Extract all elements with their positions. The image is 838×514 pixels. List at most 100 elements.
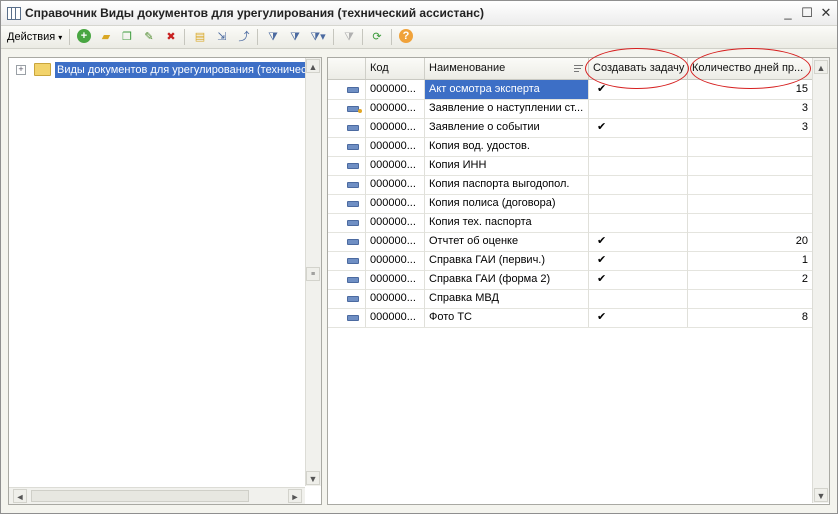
refresh-icon[interactable]: ⟳ bbox=[369, 29, 385, 45]
create-task-cell[interactable] bbox=[589, 137, 688, 156]
name-cell[interactable]: Справка ГАИ (форма 2) bbox=[425, 270, 589, 289]
name-cell[interactable]: Справка ГАИ (первич.) bbox=[425, 251, 589, 270]
name-cell[interactable]: Копия вод. удостов. bbox=[425, 137, 589, 156]
create-task-cell[interactable] bbox=[589, 289, 688, 308]
hierarchy-icon[interactable]: ▤ bbox=[192, 29, 208, 45]
days-cell[interactable]: 3 bbox=[688, 118, 812, 137]
filter-list-icon[interactable]: ⧩▾ bbox=[310, 29, 326, 45]
add-folder-icon[interactable]: ▰ bbox=[98, 29, 114, 45]
code-cell[interactable]: 000000... bbox=[366, 251, 425, 270]
code-cell[interactable]: 000000... bbox=[366, 270, 425, 289]
tree-vertical-scrollbar[interactable]: ▲ ≡ ▼ bbox=[305, 58, 321, 486]
table-row[interactable]: 000000... Заявление о наступлении ст... 3 bbox=[328, 99, 812, 119]
add-icon[interactable]: + bbox=[77, 29, 91, 43]
create-task-cell[interactable] bbox=[589, 213, 688, 232]
create-task-cell[interactable]: ✔ bbox=[589, 251, 688, 270]
code-cell[interactable]: 000000... bbox=[366, 175, 425, 194]
edit-icon[interactable]: ✎ bbox=[141, 29, 157, 45]
days-cell[interactable]: 1 bbox=[688, 251, 812, 270]
tree-horizontal-scrollbar[interactable]: ◄ ► bbox=[9, 487, 305, 504]
code-cell[interactable]: 000000... bbox=[366, 99, 425, 118]
days-cell[interactable] bbox=[688, 137, 812, 156]
table-vertical-scrollbar[interactable]: ▲ ▼ bbox=[812, 58, 829, 503]
table-row[interactable]: 000000... Копия тех. паспорта bbox=[328, 213, 812, 233]
create-task-cell[interactable] bbox=[589, 99, 688, 118]
copy-icon[interactable]: ❐ bbox=[119, 29, 135, 45]
scroll-grip-icon[interactable]: ≡ bbox=[306, 267, 320, 281]
name-cell[interactable]: Справка МВД bbox=[425, 289, 589, 308]
table-row[interactable]: 000000... Справка ГАИ (первич.) ✔ 1 bbox=[328, 251, 812, 271]
table-row[interactable]: 000000... Справка МВД bbox=[328, 289, 812, 309]
table-row[interactable]: 000000... Акт осмотра эксперта ✔ 15 bbox=[328, 80, 812, 100]
days-cell[interactable]: 20 bbox=[688, 232, 812, 251]
name-cell[interactable]: Копия тех. паспорта bbox=[425, 213, 589, 232]
items-table[interactable]: Код Наименование Создавать задачу Количе… bbox=[327, 57, 830, 505]
create-task-cell[interactable]: ✔ bbox=[589, 232, 688, 251]
days-cell[interactable]: 8 bbox=[688, 308, 812, 327]
name-cell[interactable]: Копия паспорта выгодопол. bbox=[425, 175, 589, 194]
scroll-down-icon[interactable]: ▼ bbox=[814, 488, 828, 502]
group-tree[interactable]: + Виды документов для урегулирования (те… bbox=[8, 57, 322, 505]
create-task-cell[interactable]: ✔ bbox=[589, 80, 688, 99]
minimize-button[interactable]: _ bbox=[781, 5, 795, 20]
expand-icon[interactable]: + bbox=[16, 65, 26, 75]
scroll-down-icon[interactable]: ▼ bbox=[306, 471, 320, 485]
filter-icon[interactable]: ⧩ bbox=[265, 29, 281, 45]
column-header-name[interactable]: Наименование bbox=[425, 58, 589, 79]
create-task-cell[interactable]: ✔ bbox=[589, 270, 688, 289]
column-header-code[interactable]: Код bbox=[366, 58, 425, 79]
name-cell[interactable]: Фото ТС bbox=[425, 308, 589, 327]
days-cell[interactable] bbox=[688, 175, 812, 194]
table-row[interactable]: 000000... Справка ГАИ (форма 2) ✔ 2 bbox=[328, 270, 812, 290]
code-cell[interactable]: 000000... bbox=[366, 80, 425, 99]
code-cell[interactable]: 000000... bbox=[366, 118, 425, 137]
column-header-icon[interactable] bbox=[328, 58, 366, 79]
close-button[interactable]: ✕ bbox=[819, 5, 833, 21]
delete-icon[interactable]: ✖ bbox=[163, 29, 179, 45]
scroll-thumb[interactable] bbox=[31, 490, 249, 502]
create-task-cell[interactable]: ✔ bbox=[589, 308, 688, 327]
code-cell[interactable]: 000000... bbox=[366, 213, 425, 232]
code-cell[interactable]: 000000... bbox=[366, 137, 425, 156]
table-row[interactable]: 000000... Отчтет об оценке ✔ 20 bbox=[328, 232, 812, 252]
actions-menu-button[interactable]: Действия ▾ bbox=[5, 29, 64, 45]
name-cell[interactable]: Отчтет об оценке bbox=[425, 232, 589, 251]
code-cell[interactable]: 000000... bbox=[366, 289, 425, 308]
days-cell[interactable]: 15 bbox=[688, 80, 812, 99]
table-row[interactable]: 000000... Копия ИНН bbox=[328, 156, 812, 176]
tree-item-root[interactable]: + Виды документов для урегулирования (те… bbox=[9, 62, 309, 78]
days-cell[interactable]: 3 bbox=[688, 99, 812, 118]
column-header-create-task[interactable]: Создавать задачу bbox=[589, 58, 688, 79]
name-cell[interactable]: Копия полиса (договора) bbox=[425, 194, 589, 213]
name-cell[interactable]: Заявление о событии bbox=[425, 118, 589, 137]
days-cell[interactable] bbox=[688, 289, 812, 308]
code-cell[interactable]: 000000... bbox=[366, 308, 425, 327]
code-cell[interactable]: 000000... bbox=[366, 156, 425, 175]
table-row[interactable]: 000000... Копия вод. удостов. bbox=[328, 137, 812, 157]
scroll-left-icon[interactable]: ◄ bbox=[13, 489, 27, 503]
scroll-up-icon[interactable]: ▲ bbox=[814, 60, 828, 74]
days-cell[interactable] bbox=[688, 194, 812, 213]
column-header-days[interactable]: Количество дней пр... bbox=[688, 58, 812, 79]
move-icon[interactable]: ⇲ bbox=[214, 29, 230, 45]
days-cell[interactable]: 2 bbox=[688, 270, 812, 289]
create-task-cell[interactable]: ✔ bbox=[589, 118, 688, 137]
filter-value-icon[interactable]: ⧩ bbox=[287, 29, 303, 45]
code-cell[interactable]: 000000... bbox=[366, 232, 425, 251]
create-task-cell[interactable] bbox=[589, 194, 688, 213]
table-row[interactable]: 000000... Заявление о событии ✔ 3 bbox=[328, 118, 812, 138]
filter-off-icon[interactable]: ⧩ bbox=[341, 29, 357, 45]
name-cell[interactable]: Копия ИНН bbox=[425, 156, 589, 175]
days-cell[interactable] bbox=[688, 213, 812, 232]
scroll-up-icon[interactable]: ▲ bbox=[306, 59, 320, 73]
help-icon[interactable]: ? bbox=[399, 29, 413, 43]
create-task-cell[interactable] bbox=[589, 175, 688, 194]
maximize-button[interactable]: ☐ bbox=[800, 5, 814, 21]
table-row[interactable]: 000000... Копия полиса (договора) bbox=[328, 194, 812, 214]
name-cell[interactable]: Акт осмотра эксперта bbox=[425, 80, 589, 99]
table-row[interactable]: 000000... Фото ТС ✔ 8 bbox=[328, 308, 812, 328]
code-cell[interactable]: 000000... bbox=[366, 194, 425, 213]
days-cell[interactable] bbox=[688, 156, 812, 175]
create-task-cell[interactable] bbox=[589, 156, 688, 175]
scroll-right-icon[interactable]: ► bbox=[288, 489, 302, 503]
